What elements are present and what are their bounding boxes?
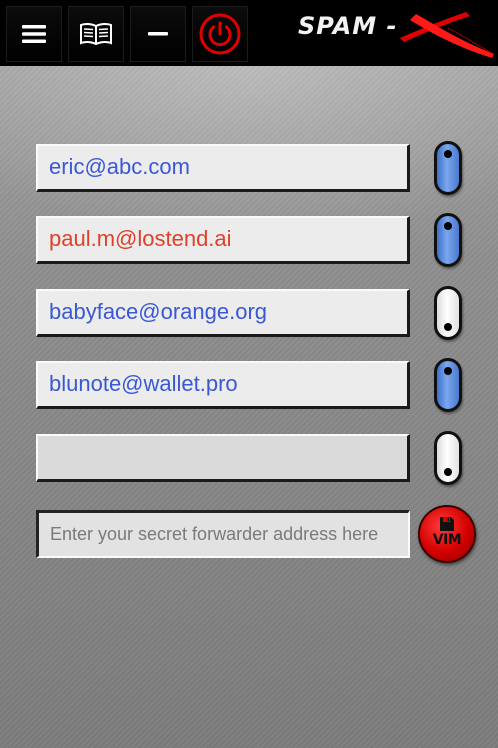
vim-label: VIM xyxy=(432,532,462,548)
enable-toggle[interactable] xyxy=(434,213,462,267)
app-logo: SPAM - xyxy=(288,0,498,66)
toggle-knob xyxy=(444,367,452,375)
floppy-disk-icon xyxy=(440,517,454,531)
enable-toggle[interactable] xyxy=(434,286,462,340)
power-icon xyxy=(199,13,241,55)
toggle-knob xyxy=(444,468,452,476)
email-field[interactable]: blunote@wallet.pro xyxy=(36,361,410,409)
email-field[interactable]: babyface@orange.org xyxy=(36,289,410,337)
toggle-knob xyxy=(444,222,452,230)
toggle-knob xyxy=(444,150,452,158)
app-window: SPAM - eric@abc.com paul.m@lostend.ai ba… xyxy=(0,0,498,748)
email-field[interactable] xyxy=(36,434,410,482)
book-button[interactable] xyxy=(68,6,124,62)
minus-icon xyxy=(148,32,168,36)
open-book-icon xyxy=(80,22,112,46)
logo-x-mark xyxy=(400,12,495,58)
power-button[interactable] xyxy=(192,6,248,62)
top-toolbar: SPAM - xyxy=(0,0,498,66)
email-field[interactable]: paul.m@lostend.ai xyxy=(36,216,410,264)
secret-forwarder-input[interactable] xyxy=(36,510,410,558)
enable-toggle[interactable] xyxy=(434,358,462,412)
vim-save-button[interactable]: VIM xyxy=(418,505,476,563)
enable-toggle[interactable] xyxy=(434,431,462,485)
toggle-knob xyxy=(444,323,452,331)
enable-toggle[interactable] xyxy=(434,141,462,195)
email-field[interactable]: eric@abc.com xyxy=(36,144,410,192)
hamburger-menu-icon xyxy=(22,25,46,43)
minimize-button[interactable] xyxy=(130,6,186,62)
menu-button[interactable] xyxy=(6,6,62,62)
